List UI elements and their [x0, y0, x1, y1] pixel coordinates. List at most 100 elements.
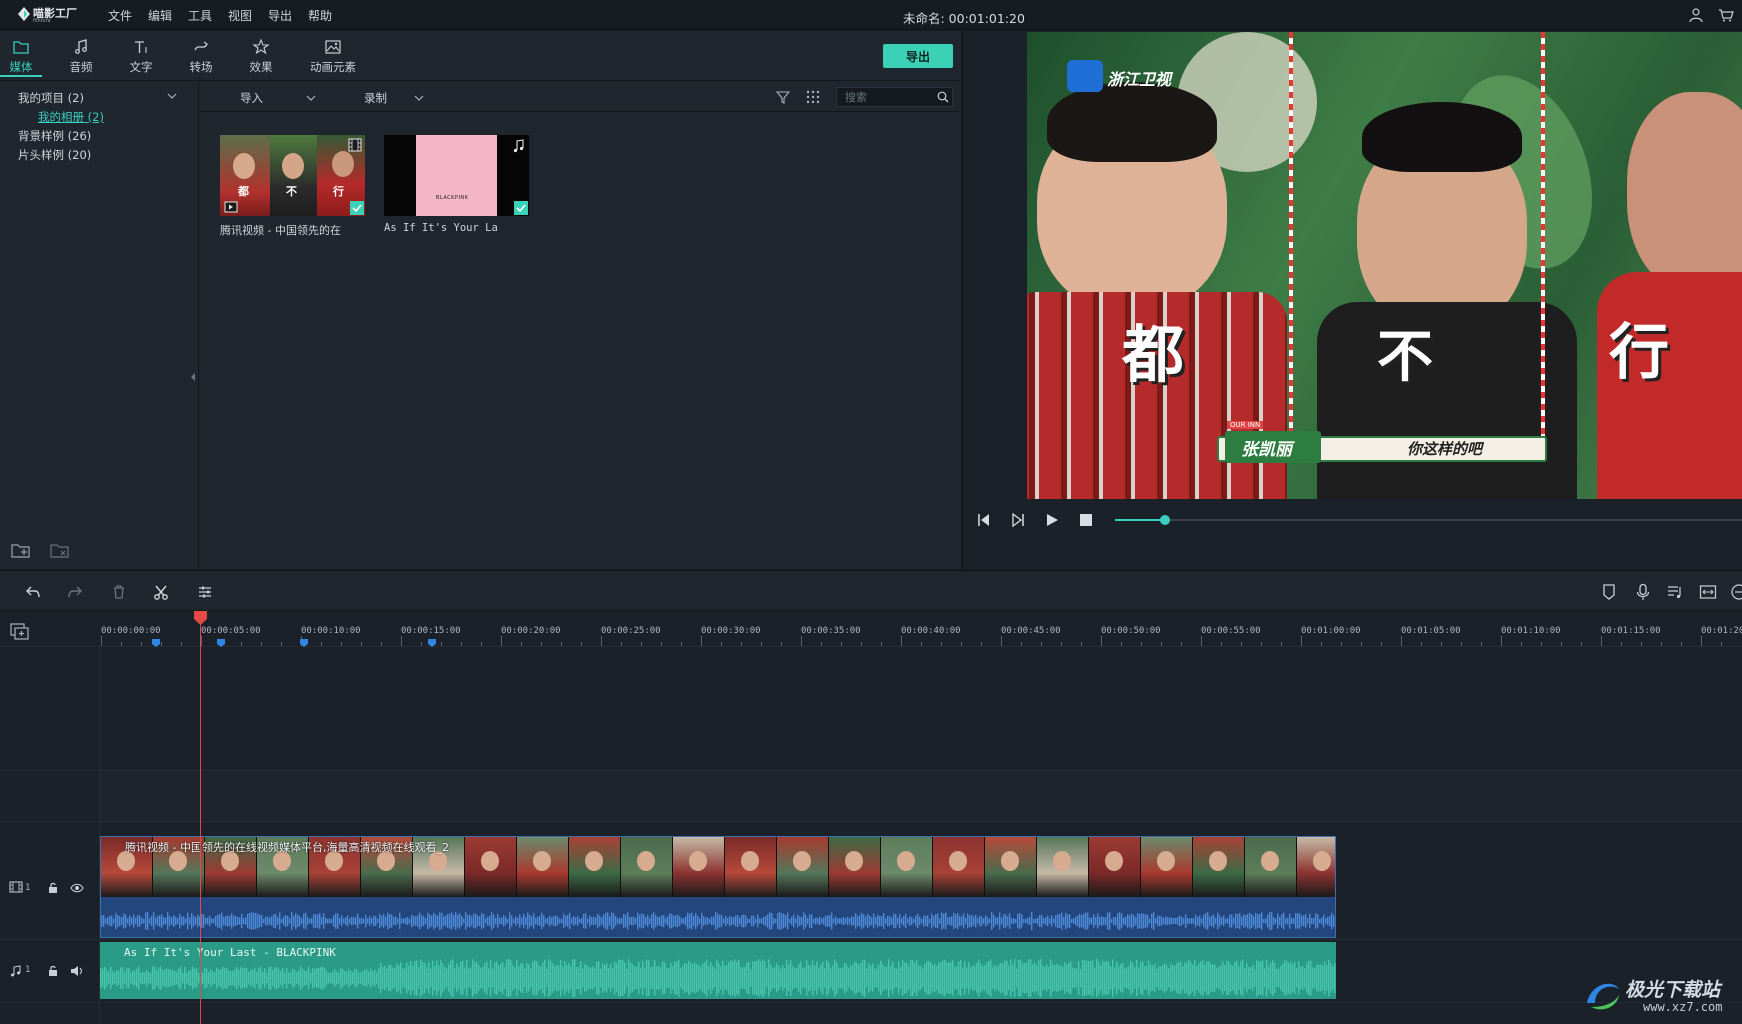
scrubber-knob[interactable] — [1160, 515, 1171, 525]
import-chevron-icon[interactable] — [306, 94, 316, 102]
microphone-icon[interactable] — [1634, 583, 1652, 601]
wave-bar — [164, 969, 166, 987]
wave-bar — [666, 967, 668, 989]
menu-view[interactable]: 视图 — [228, 7, 252, 24]
wave-bar — [1251, 913, 1253, 929]
record-chevron-icon[interactable] — [414, 94, 424, 102]
channel-logo-text: 浙江卫视 — [1107, 70, 1172, 89]
wave-bar — [866, 968, 868, 988]
wave-bar — [634, 966, 636, 990]
eye-icon[interactable] — [70, 882, 84, 894]
wave-bar — [159, 915, 161, 927]
record-dropdown[interactable]: 录制 — [364, 90, 387, 106]
wave-bar — [938, 962, 940, 994]
wave-bar — [1268, 966, 1270, 990]
tab-audio[interactable]: 音频 — [55, 39, 107, 77]
wave-bar — [822, 961, 824, 995]
wave-bar — [831, 912, 833, 930]
tree-background-samples[interactable]: 背景样例 (26) — [18, 128, 91, 144]
menu-tools[interactable]: 工具 — [188, 7, 212, 24]
cart-icon[interactable] — [1718, 7, 1734, 23]
marker-icon[interactable] — [1600, 583, 1618, 601]
import-dropdown[interactable]: 导入 — [240, 90, 263, 106]
timeline-marker[interactable] — [152, 639, 160, 647]
filter-icon[interactable] — [776, 90, 790, 104]
video-clip[interactable]: 腾讯视频 - 中国领先的在线视频媒体平台,海量高清视频在线观看_2 — [100, 836, 1336, 938]
new-folder-icon[interactable] — [10, 542, 32, 560]
wave-bar — [879, 915, 881, 927]
wave-bar — [1211, 915, 1213, 927]
export-button[interactable]: 导出 — [883, 44, 953, 68]
delete-folder-icon[interactable] — [49, 542, 71, 560]
audio-clip[interactable]: As If It's Your Last - BLACKPINK — [100, 942, 1336, 999]
lock-icon[interactable] — [47, 882, 59, 894]
adjust-icon[interactable] — [196, 583, 214, 601]
wave-bar — [490, 960, 492, 996]
redo-icon[interactable] — [66, 583, 84, 601]
wave-bar — [707, 917, 709, 925]
menu-help[interactable]: 帮助 — [308, 7, 332, 24]
wave-bar — [477, 915, 479, 927]
wave-bar — [635, 917, 637, 925]
playhead-line[interactable] — [200, 613, 201, 1024]
media-item-audio[interactable]: BLACKPINK As If It's Your La — [384, 135, 529, 234]
wave-bar — [1233, 917, 1235, 925]
timeline-ruler[interactable]: 00:00:00:00 00:00:05:00 00:00:10:00 00:00:1… — [0, 611, 1742, 647]
delete-icon[interactable] — [110, 583, 128, 601]
wave-bar — [740, 967, 742, 989]
wave-bar — [703, 916, 705, 926]
wave-bar — [1154, 963, 1156, 993]
ruler-label: 00:00:50:00 — [1101, 626, 1161, 636]
tree-my-project[interactable]: 我的项目 (2) — [18, 90, 84, 106]
zoom-out-icon[interactable] — [1730, 583, 1742, 601]
timeline-marker[interactable] — [300, 639, 308, 647]
tree-my-album[interactable]: 我的相册 (2) — [38, 109, 104, 125]
wave-bar — [1138, 967, 1140, 989]
media-item-video[interactable]: 都 不 行 腾讯视频 - 中国领先的在 — [220, 135, 365, 238]
clip-frame — [1193, 837, 1245, 897]
wave-bar — [360, 971, 362, 985]
collapse-panel-icon[interactable] — [189, 372, 197, 382]
fit-timeline-icon[interactable] — [1699, 583, 1717, 601]
lock-icon[interactable] — [47, 965, 59, 977]
timeline-marker[interactable] — [217, 639, 225, 647]
playback-scrubber[interactable] — [1115, 515, 1742, 525]
menu-bar: 喵影工厂 filmora 文件 编辑 工具 视图 导出 帮助 未命名: 00:0… — [0, 0, 1742, 30]
search-icon[interactable] — [937, 91, 949, 103]
add-track-icon[interactable] — [10, 623, 30, 641]
scissors-icon[interactable] — [152, 583, 170, 601]
tree-intro-samples[interactable]: 片头样例 (20) — [18, 147, 91, 163]
playhead-handle[interactable] — [193, 611, 208, 625]
wave-bar — [1216, 967, 1218, 989]
menu-file[interactable]: 文件 — [108, 7, 132, 24]
tab-effects[interactable]: 效果 — [235, 39, 287, 77]
menu-export[interactable]: 导出 — [268, 7, 292, 24]
prev-frame-icon[interactable] — [977, 513, 991, 527]
account-icon[interactable] — [1688, 7, 1704, 23]
empty-track-lane[interactable] — [100, 647, 1742, 770]
clip-frame — [465, 837, 517, 897]
undo-icon[interactable] — [24, 583, 42, 601]
wave-bar — [1326, 965, 1328, 991]
search-input[interactable] — [836, 87, 953, 107]
voiceover-icon[interactable] — [1666, 583, 1684, 601]
tab-text[interactable]: 文字 — [115, 39, 167, 77]
next-frame-icon[interactable] — [1011, 513, 1025, 527]
tab-elements[interactable]: 动画元素 — [306, 39, 360, 77]
empty-track-lane[interactable] — [100, 771, 1742, 821]
stop-icon[interactable] — [1079, 513, 1093, 527]
wave-bar — [295, 912, 297, 930]
speaker-icon[interactable] — [70, 965, 84, 977]
wave-bar — [586, 965, 588, 991]
wave-bar — [909, 916, 911, 926]
tab-media[interactable]: 媒体 — [0, 39, 42, 77]
grid-view-icon[interactable] — [806, 90, 820, 104]
menu-edit[interactable]: 编辑 — [148, 7, 172, 24]
chevron-down-icon[interactable] — [167, 92, 177, 100]
wave-bar — [401, 918, 403, 924]
timeline-marker[interactable] — [428, 639, 436, 647]
wave-bar — [167, 912, 169, 930]
play-icon[interactable] — [1045, 513, 1059, 527]
tab-transition[interactable]: 转场 — [175, 39, 227, 77]
wave-bar — [1197, 916, 1199, 926]
